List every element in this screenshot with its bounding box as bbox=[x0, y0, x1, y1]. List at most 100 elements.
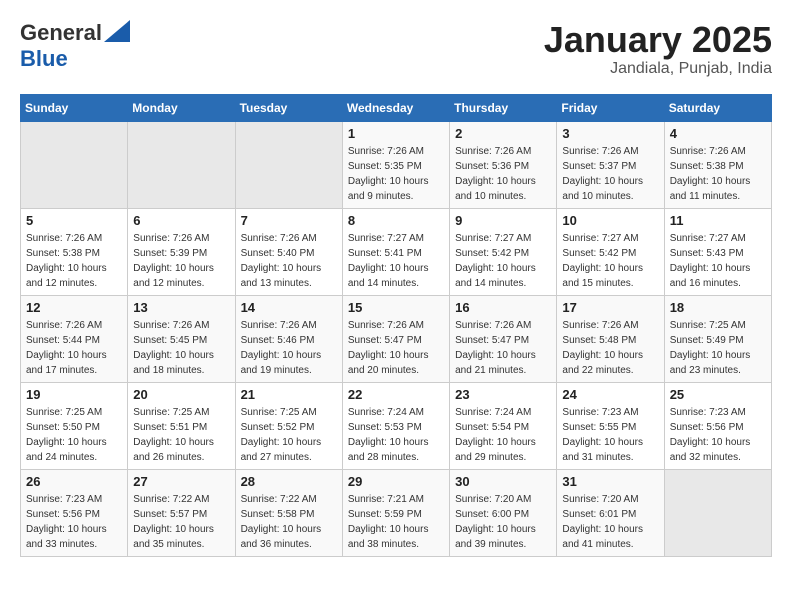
table-row: 23 Sunrise: 7:24 AM Sunset: 5:54 PM Dayli… bbox=[450, 382, 557, 469]
day-number: 17 bbox=[562, 300, 658, 315]
table-row bbox=[128, 121, 235, 208]
logo-icon bbox=[104, 20, 130, 42]
table-row: 22Sunrise: 7:24 AM Sunset: 5:53 PM Dayli… bbox=[342, 382, 449, 469]
week-row-5: 26 Sunrise: 7:23 AM Sunset: 5:56 PM Dayli… bbox=[21, 469, 772, 556]
day-number: 26 bbox=[26, 474, 122, 489]
calendar-table: Sunday Monday Tuesday Wednesday Thursday… bbox=[20, 94, 772, 557]
day-info: Sunrise: 7:26 AM Sunset: 5:48 PM Dayligh… bbox=[562, 318, 658, 378]
table-row: 29 Sunrise: 7:21 AM Sunset: 5:59 PM Dayli… bbox=[342, 469, 449, 556]
day-info: Sunrise: 7:27 AM Sunset: 5:43 PM Dayligh… bbox=[670, 231, 766, 291]
table-row: 21 Sunrise: 7:25 AM Sunset: 5:52 PM Dayli… bbox=[235, 382, 342, 469]
table-row: 25Sunrise: 7:23 AM Sunset: 5:56 PM Dayli… bbox=[664, 382, 771, 469]
col-saturday: Saturday bbox=[664, 94, 771, 121]
table-row: 27 Sunrise: 7:22 AM Sunset: 5:57 PM Dayli… bbox=[128, 469, 235, 556]
day-number: 16 bbox=[455, 300, 551, 315]
table-row: 18Sunrise: 7:25 AM Sunset: 5:49 PM Dayli… bbox=[664, 295, 771, 382]
day-info: Sunrise: 7:26 AM Sunset: 5:35 PM Dayligh… bbox=[348, 144, 444, 204]
day-info: Sunrise: 7:23 AM Sunset: 5:55 PM Dayligh… bbox=[562, 405, 658, 465]
week-row-2: 5Sunrise: 7:26 AM Sunset: 5:38 PM Daylig… bbox=[21, 208, 772, 295]
day-info: Sunrise: 7:24 AM Sunset: 5:54 PM Dayligh… bbox=[455, 405, 551, 465]
table-row: 30 Sunrise: 7:20 AM Sunset: 6:00 PM Dayli… bbox=[450, 469, 557, 556]
day-number: 5 bbox=[26, 213, 122, 228]
day-info: Sunrise: 7:26 AM Sunset: 5:37 PM Dayligh… bbox=[562, 144, 658, 204]
table-row: 6 Sunrise: 7:26 AM Sunset: 5:39 PM Daylig… bbox=[128, 208, 235, 295]
day-number: 7 bbox=[241, 213, 337, 228]
logo-general-text: General bbox=[20, 20, 102, 46]
day-number: 27 bbox=[133, 474, 229, 489]
table-row: 13 Sunrise: 7:26 AM Sunset: 5:45 PM Dayli… bbox=[128, 295, 235, 382]
day-number: 30 bbox=[455, 474, 551, 489]
table-row: 10Sunrise: 7:27 AM Sunset: 5:42 PM Dayli… bbox=[557, 208, 664, 295]
table-row: 5Sunrise: 7:26 AM Sunset: 5:38 PM Daylig… bbox=[21, 208, 128, 295]
table-row: 11Sunrise: 7:27 AM Sunset: 5:43 PM Dayli… bbox=[664, 208, 771, 295]
day-number: 28 bbox=[241, 474, 337, 489]
col-friday: Friday bbox=[557, 94, 664, 121]
table-row: 1 Sunrise: 7:26 AM Sunset: 5:35 PM Daylig… bbox=[342, 121, 449, 208]
table-row: 3 Sunrise: 7:26 AM Sunset: 5:37 PM Daylig… bbox=[557, 121, 664, 208]
day-number: 21 bbox=[241, 387, 337, 402]
day-info: Sunrise: 7:23 AM Sunset: 5:56 PM Dayligh… bbox=[670, 405, 766, 465]
table-row: 28 Sunrise: 7:22 AM Sunset: 5:58 PM Dayli… bbox=[235, 469, 342, 556]
day-info: Sunrise: 7:20 AM Sunset: 6:00 PM Dayligh… bbox=[455, 492, 551, 552]
table-row: 16 Sunrise: 7:26 AM Sunset: 5:47 PM Dayli… bbox=[450, 295, 557, 382]
day-number: 12 bbox=[26, 300, 122, 315]
day-info: Sunrise: 7:26 AM Sunset: 5:38 PM Dayligh… bbox=[670, 144, 766, 204]
day-number: 3 bbox=[562, 126, 658, 141]
table-row: 31Sunrise: 7:20 AM Sunset: 6:01 PM Dayli… bbox=[557, 469, 664, 556]
week-row-1: 1 Sunrise: 7:26 AM Sunset: 5:35 PM Daylig… bbox=[21, 121, 772, 208]
day-info: Sunrise: 7:22 AM Sunset: 5:57 PM Dayligh… bbox=[133, 492, 229, 552]
table-row: 14Sunrise: 7:26 AM Sunset: 5:46 PM Dayli… bbox=[235, 295, 342, 382]
table-row: 20 Sunrise: 7:25 AM Sunset: 5:51 PM Dayli… bbox=[128, 382, 235, 469]
day-info: Sunrise: 7:27 AM Sunset: 5:41 PM Dayligh… bbox=[348, 231, 444, 291]
day-info: Sunrise: 7:25 AM Sunset: 5:49 PM Dayligh… bbox=[670, 318, 766, 378]
day-info: Sunrise: 7:27 AM Sunset: 5:42 PM Dayligh… bbox=[562, 231, 658, 291]
table-row bbox=[21, 121, 128, 208]
day-info: Sunrise: 7:26 AM Sunset: 5:45 PM Dayligh… bbox=[133, 318, 229, 378]
day-info: Sunrise: 7:26 AM Sunset: 5:39 PM Dayligh… bbox=[133, 231, 229, 291]
table-row bbox=[664, 469, 771, 556]
page-header: General Blue January 2025 Jandiala, Punj… bbox=[20, 20, 772, 78]
day-info: Sunrise: 7:23 AM Sunset: 5:56 PM Dayligh… bbox=[26, 492, 122, 552]
day-number: 2 bbox=[455, 126, 551, 141]
table-row: 15Sunrise: 7:26 AM Sunset: 5:47 PM Dayli… bbox=[342, 295, 449, 382]
table-row: 12 Sunrise: 7:26 AM Sunset: 5:44 PM Dayli… bbox=[21, 295, 128, 382]
table-row: 8 Sunrise: 7:27 AM Sunset: 5:41 PM Daylig… bbox=[342, 208, 449, 295]
day-info: Sunrise: 7:25 AM Sunset: 5:52 PM Dayligh… bbox=[241, 405, 337, 465]
day-info: Sunrise: 7:26 AM Sunset: 5:47 PM Dayligh… bbox=[455, 318, 551, 378]
month-title: January 2025 bbox=[544, 20, 772, 60]
day-info: Sunrise: 7:26 AM Sunset: 5:44 PM Dayligh… bbox=[26, 318, 122, 378]
week-row-4: 19 Sunrise: 7:25 AM Sunset: 5:50 PM Dayli… bbox=[21, 382, 772, 469]
week-row-3: 12 Sunrise: 7:26 AM Sunset: 5:44 PM Dayli… bbox=[21, 295, 772, 382]
logo-blue-text: Blue bbox=[20, 46, 68, 71]
day-number: 1 bbox=[348, 126, 444, 141]
day-info: Sunrise: 7:22 AM Sunset: 5:58 PM Dayligh… bbox=[241, 492, 337, 552]
day-info: Sunrise: 7:25 AM Sunset: 5:50 PM Dayligh… bbox=[26, 405, 122, 465]
day-number: 29 bbox=[348, 474, 444, 489]
col-wednesday: Wednesday bbox=[342, 94, 449, 121]
day-number: 6 bbox=[133, 213, 229, 228]
day-number: 22 bbox=[348, 387, 444, 402]
table-row: 24Sunrise: 7:23 AM Sunset: 5:55 PM Dayli… bbox=[557, 382, 664, 469]
title-block: January 2025 Jandiala, Punjab, India bbox=[544, 20, 772, 78]
day-info: Sunrise: 7:26 AM Sunset: 5:47 PM Dayligh… bbox=[348, 318, 444, 378]
col-sunday: Sunday bbox=[21, 94, 128, 121]
table-row: 2 Sunrise: 7:26 AM Sunset: 5:36 PM Daylig… bbox=[450, 121, 557, 208]
table-row: 7Sunrise: 7:26 AM Sunset: 5:40 PM Daylig… bbox=[235, 208, 342, 295]
day-number: 23 bbox=[455, 387, 551, 402]
day-number: 13 bbox=[133, 300, 229, 315]
table-row: 19 Sunrise: 7:25 AM Sunset: 5:50 PM Dayli… bbox=[21, 382, 128, 469]
day-number: 20 bbox=[133, 387, 229, 402]
day-info: Sunrise: 7:27 AM Sunset: 5:42 PM Dayligh… bbox=[455, 231, 551, 291]
table-row: 17 Sunrise: 7:26 AM Sunset: 5:48 PM Dayli… bbox=[557, 295, 664, 382]
col-thursday: Thursday bbox=[450, 94, 557, 121]
table-row: 4Sunrise: 7:26 AM Sunset: 5:38 PM Daylig… bbox=[664, 121, 771, 208]
day-info: Sunrise: 7:25 AM Sunset: 5:51 PM Dayligh… bbox=[133, 405, 229, 465]
day-number: 14 bbox=[241, 300, 337, 315]
col-monday: Monday bbox=[128, 94, 235, 121]
day-info: Sunrise: 7:26 AM Sunset: 5:36 PM Dayligh… bbox=[455, 144, 551, 204]
day-number: 8 bbox=[348, 213, 444, 228]
day-info: Sunrise: 7:20 AM Sunset: 6:01 PM Dayligh… bbox=[562, 492, 658, 552]
col-tuesday: Tuesday bbox=[235, 94, 342, 121]
day-number: 19 bbox=[26, 387, 122, 402]
day-info: Sunrise: 7:21 AM Sunset: 5:59 PM Dayligh… bbox=[348, 492, 444, 552]
